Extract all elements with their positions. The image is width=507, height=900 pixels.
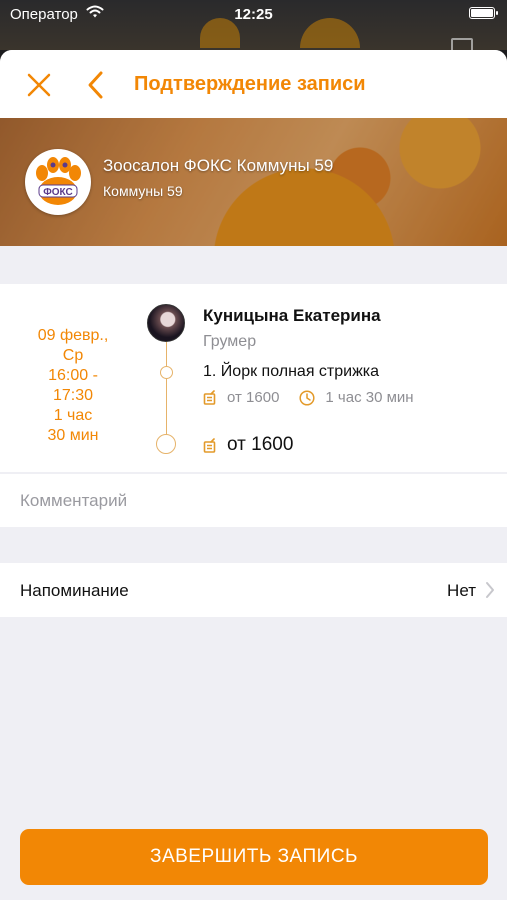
chevron-right-icon bbox=[486, 582, 494, 598]
total-price: от 1600 bbox=[227, 434, 294, 455]
clock-time: 12:25 bbox=[234, 6, 273, 23]
service-meta: от 1600 1 час 30 мин bbox=[203, 389, 414, 406]
clock-icon bbox=[299, 389, 315, 406]
service-name: 1. Йорк полная стрижка bbox=[203, 363, 380, 380]
salon-banner: ФОКС Зоосалон ФОКС Коммуны 59 Коммуны 59 bbox=[0, 118, 507, 246]
chevron-left-icon[interactable] bbox=[86, 70, 106, 100]
master-role: Грумер bbox=[203, 333, 257, 350]
battery-icon bbox=[469, 7, 498, 19]
master-name: Куницына Екатерина bbox=[203, 306, 381, 325]
paw-logo-icon: ФОКС bbox=[36, 157, 81, 205]
date-line: Ср bbox=[62, 347, 84, 364]
status-bar: Оператор 12:25 bbox=[0, 0, 507, 52]
timeline-dot bbox=[156, 434, 176, 454]
price-tag-icon bbox=[203, 437, 216, 453]
reminder-row[interactable]: Напоминание Нет bbox=[0, 563, 507, 617]
service-price: от 1600 bbox=[227, 389, 280, 406]
date-line: 09 февр., bbox=[37, 327, 109, 344]
date-line: 1 час bbox=[53, 407, 93, 424]
date-line: 17:30 bbox=[52, 387, 94, 404]
appointment-card: 09 февр., Ср 16:00 - 17:30 1 час 30 мин … bbox=[0, 284, 507, 472]
appointment-datetime: 09 февр., Ср 16:00 - 17:30 1 час 30 мин bbox=[14, 326, 132, 446]
complete-booking-button[interactable]: ЗАВЕРШИТЬ ЗАПИСЬ bbox=[20, 829, 488, 885]
avatar bbox=[147, 304, 185, 342]
timeline-line bbox=[166, 342, 167, 442]
reminder-label: Напоминание bbox=[20, 581, 129, 600]
close-icon[interactable] bbox=[26, 72, 52, 98]
price-tag-icon bbox=[203, 390, 216, 405]
salon-logo: ФОКС bbox=[25, 149, 91, 215]
logo-text: ФОКС bbox=[43, 187, 73, 198]
timeline-dot bbox=[160, 366, 173, 379]
date-line: 16:00 - bbox=[48, 367, 98, 384]
battery-level bbox=[471, 9, 493, 17]
page-title: Подтверждение записи bbox=[134, 73, 366, 95]
salon-name: Зоосалон ФОКС Коммуны 59 bbox=[103, 156, 334, 175]
service-duration: 1 час 30 мин bbox=[325, 389, 414, 406]
booking-confirmation-sheet: Подтверждение записи ФОКС Зоосалон ФОКС … bbox=[0, 50, 507, 900]
navigation-bar: Подтверждение записи bbox=[0, 50, 507, 118]
salon-address: Коммуны 59 bbox=[103, 183, 183, 199]
comment-row bbox=[0, 474, 507, 527]
comment-input[interactable] bbox=[20, 474, 490, 527]
total-price-row: от 1600 bbox=[203, 434, 293, 456]
reminder-value: Нет bbox=[447, 581, 476, 600]
date-line: 30 мин bbox=[47, 427, 99, 444]
